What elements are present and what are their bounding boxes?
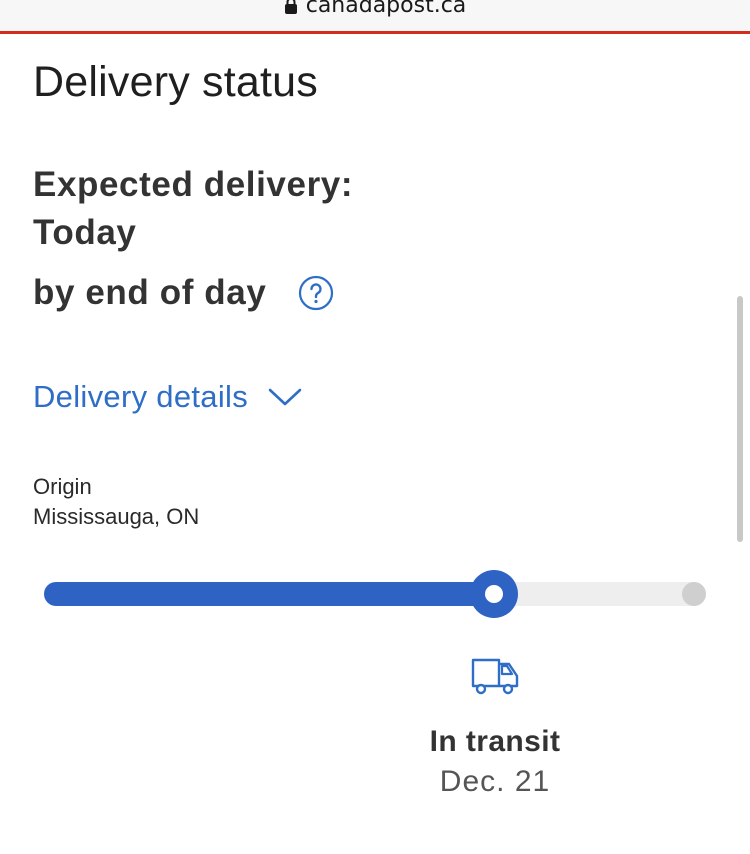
url-display[interactable]: canadapost.ca xyxy=(284,0,467,21)
delivery-details-toggle[interactable]: Delivery details xyxy=(33,376,302,418)
truck-icon xyxy=(471,658,519,695)
page: canadapost.ca Delivery status Expected d… xyxy=(0,0,750,854)
progress-destination-dot xyxy=(682,582,706,606)
browser-url-bar[interactable]: canadapost.ca xyxy=(0,0,750,32)
status-date: Dec. 21 xyxy=(439,765,551,798)
expected-delivery-label: Expected delivery: xyxy=(33,165,354,204)
progress-marker-center xyxy=(485,585,503,603)
progress-fill xyxy=(44,582,494,606)
expected-delivery-time: by end of day xyxy=(33,273,267,312)
status-label: In transit xyxy=(429,725,561,758)
question-circle-icon[interactable] xyxy=(298,275,334,311)
expected-delivery-time-row: by end of day xyxy=(33,270,334,316)
origin-value: Mississauga, ON xyxy=(33,504,200,529)
page-title: Delivery status xyxy=(33,58,318,106)
expected-delivery-day: Today xyxy=(33,213,137,252)
lock-icon xyxy=(284,0,297,14)
delivery-details-label: Delivery details xyxy=(33,379,248,414)
brand-divider xyxy=(0,31,750,34)
origin-label: Origin xyxy=(33,474,92,499)
chevron-down-icon xyxy=(268,388,302,406)
scrollbar[interactable] xyxy=(737,296,743,542)
url-text: canadapost.ca xyxy=(305,0,467,18)
delivery-progress-bar xyxy=(44,570,706,618)
progress-current-marker xyxy=(470,570,518,618)
current-status: In transit Dec. 21 xyxy=(395,654,595,800)
